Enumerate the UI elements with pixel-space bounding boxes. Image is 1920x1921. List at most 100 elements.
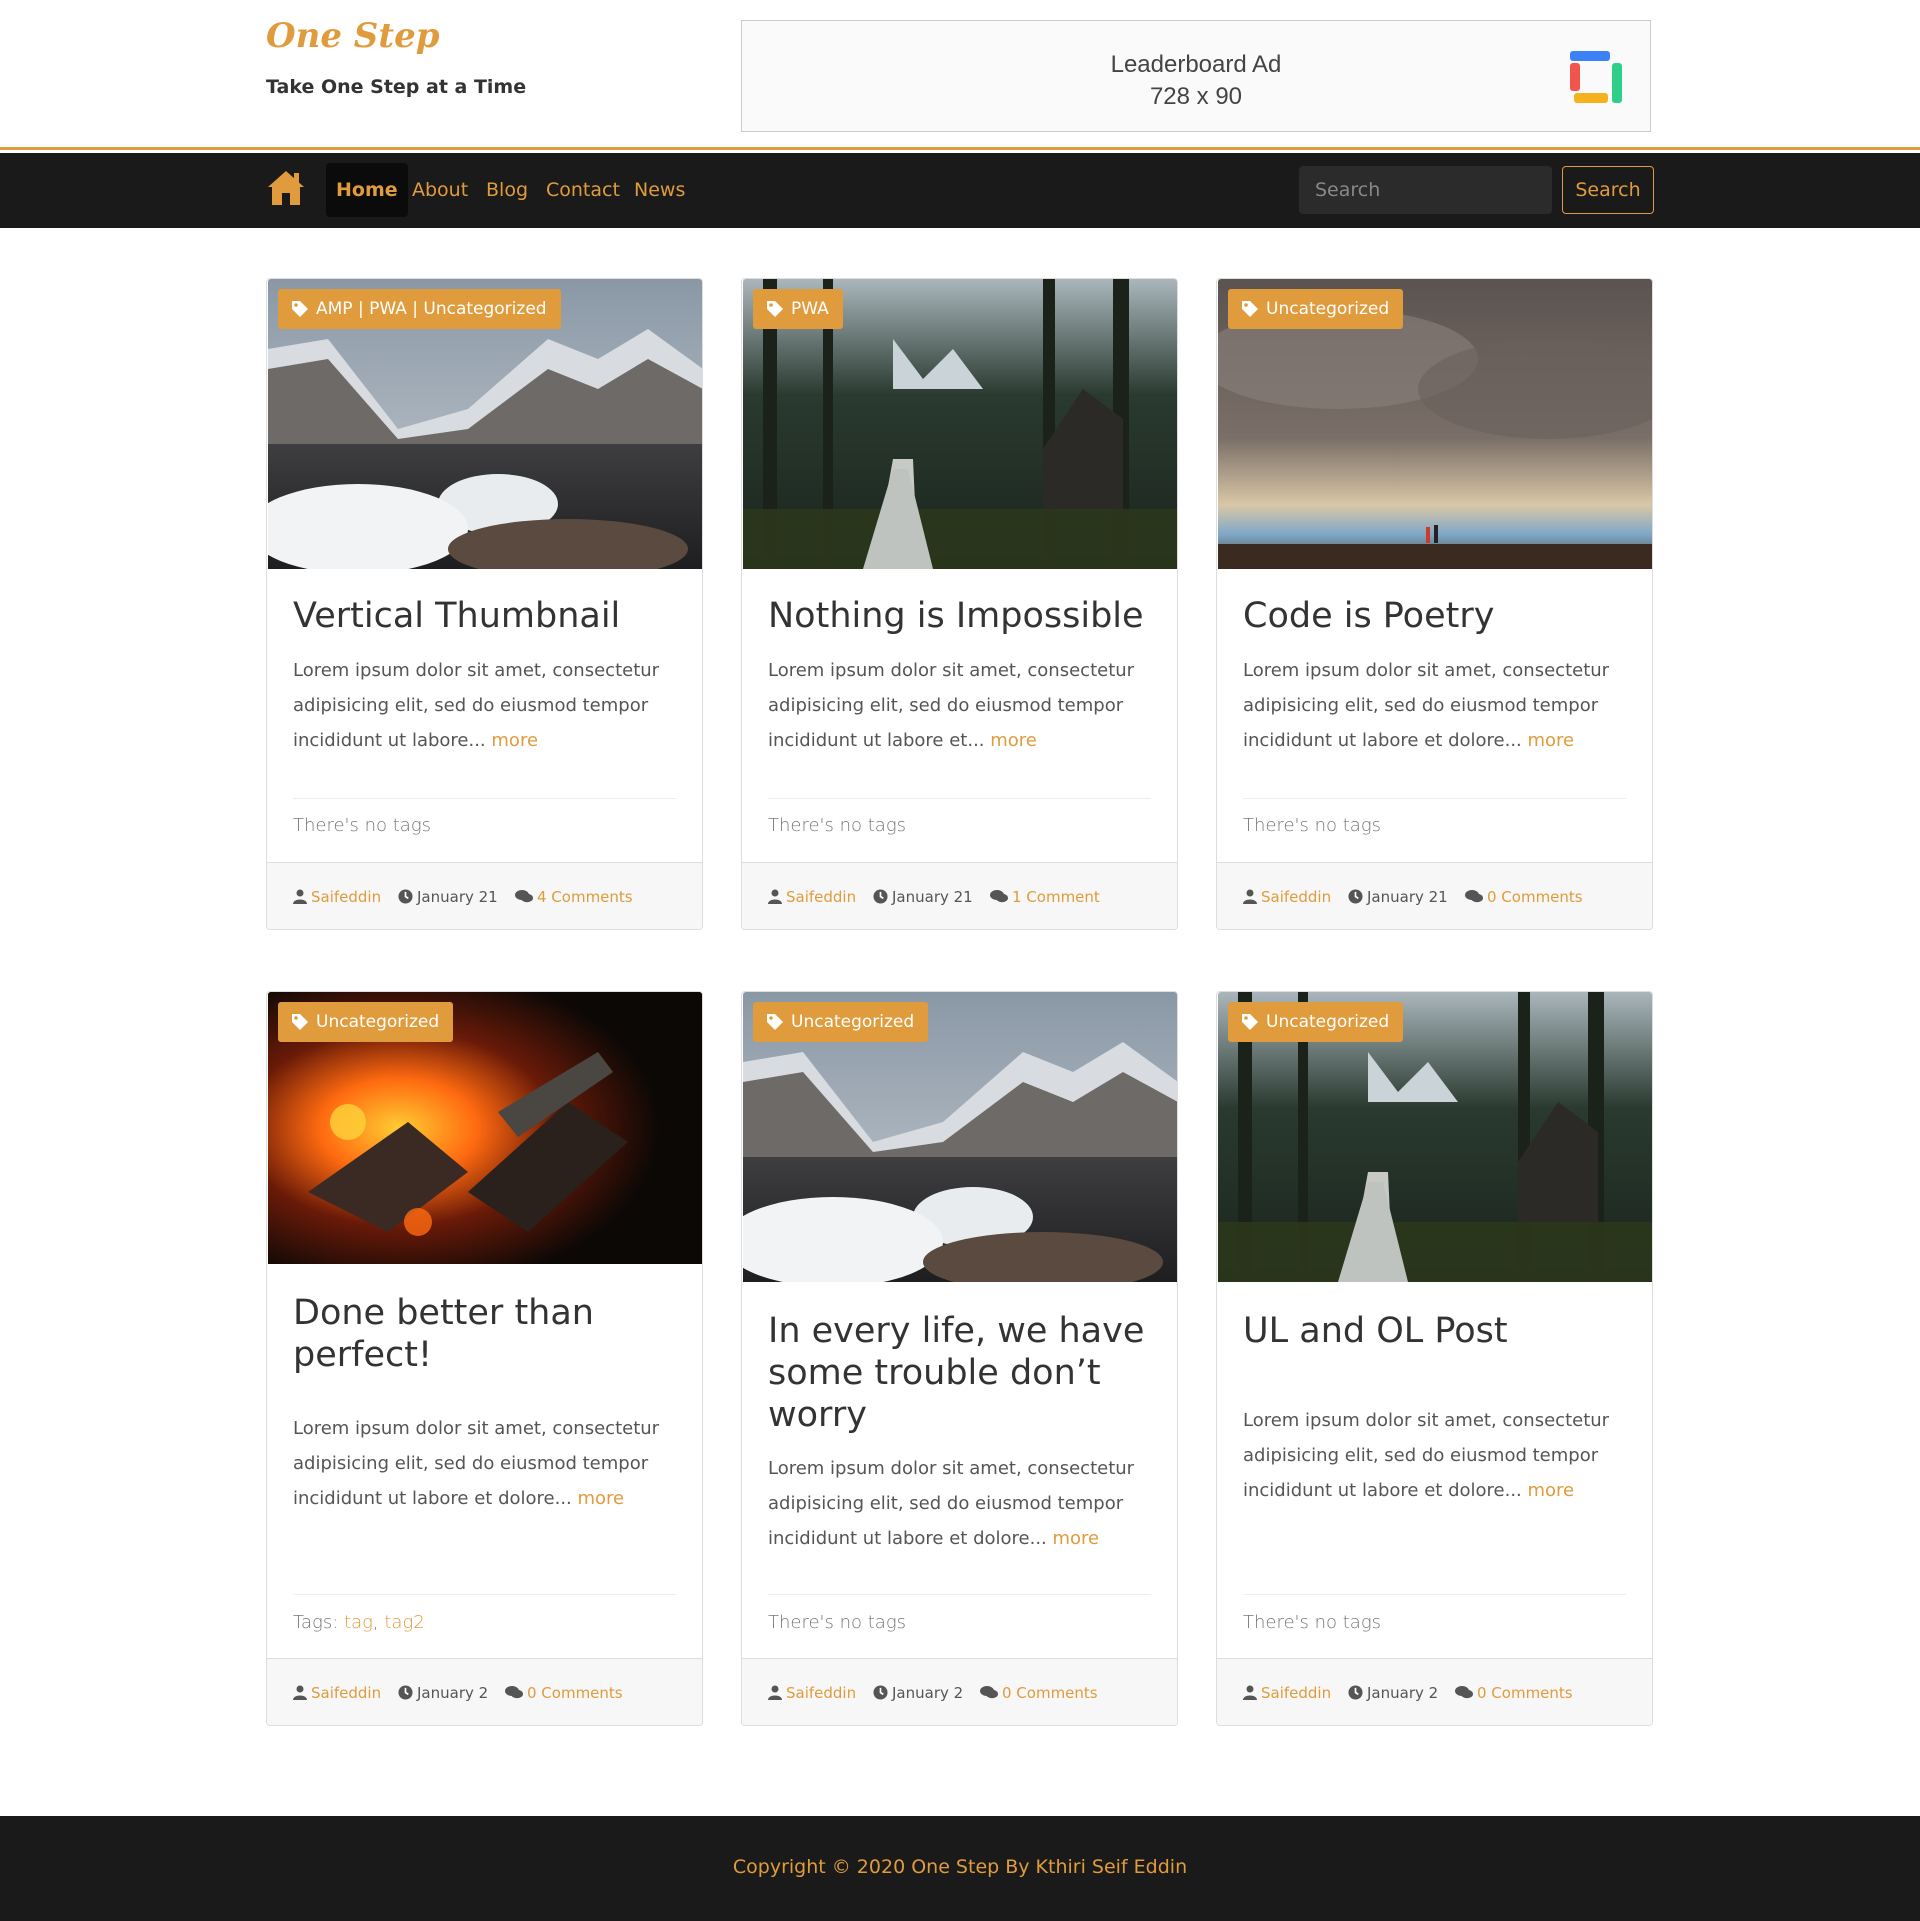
category-badge[interactable]: Uncategorized bbox=[1228, 1002, 1404, 1042]
user-icon bbox=[768, 889, 782, 904]
post-comments[interactable]: 0 Comments bbox=[1465, 863, 1583, 929]
read-more-link[interactable]: more bbox=[1053, 1528, 1100, 1549]
read-more-link[interactable]: more bbox=[491, 730, 538, 751]
nav-about[interactable]: About bbox=[412, 163, 468, 217]
copyright-text: Copyright © 2020 One Step By Kthiri Seif… bbox=[732, 1856, 1188, 1878]
nav-home[interactable]: Home bbox=[326, 163, 408, 217]
post-date: January 2 bbox=[873, 1659, 963, 1725]
user-icon bbox=[293, 889, 307, 904]
search-button[interactable]: Search bbox=[1562, 166, 1654, 214]
tags-label: Tags: bbox=[293, 1612, 345, 1633]
tag-icon bbox=[767, 301, 783, 317]
post-date: January 2 bbox=[398, 1659, 489, 1725]
post-title[interactable]: UL and OL Post bbox=[1243, 1310, 1632, 1352]
post-author[interactable]: Saifeddin bbox=[768, 863, 857, 929]
comments-icon bbox=[505, 1685, 523, 1698]
search-input[interactable] bbox=[1299, 166, 1552, 214]
tag-icon bbox=[1242, 1014, 1258, 1030]
post-comments[interactable]: 0 Comments bbox=[505, 1659, 623, 1725]
post-title[interactable]: Code is Poetry bbox=[1243, 595, 1632, 637]
read-more-link[interactable]: more bbox=[1528, 1480, 1575, 1501]
post-title[interactable]: Done better than perfect! bbox=[293, 1292, 682, 1376]
category-badge[interactable]: PWA bbox=[753, 289, 843, 329]
post-date: January 21 bbox=[873, 863, 973, 929]
post-card: Uncategorized Done better than perfect! … bbox=[266, 991, 703, 1726]
card-divider bbox=[1243, 798, 1626, 799]
post-tags: Tags: tag, tag2 bbox=[293, 1612, 425, 1633]
clock-icon bbox=[1348, 888, 1363, 904]
post-excerpt: Lorem ipsum dolor sit amet, consectetur … bbox=[768, 653, 1157, 758]
date-text: January 21 bbox=[1367, 888, 1448, 906]
post-excerpt: Lorem ipsum dolor sit amet, consectetur … bbox=[293, 1411, 682, 1516]
author-name: Saifeddin bbox=[311, 1684, 382, 1702]
post-excerpt: Lorem ipsum dolor sit amet, consectetur … bbox=[768, 1451, 1157, 1556]
leaderboard-ad[interactable]: Leaderboard Ad 728 x 90 bbox=[741, 20, 1651, 132]
post-comments[interactable]: 0 Comments bbox=[980, 1659, 1098, 1725]
post-date: January 2 bbox=[1348, 1659, 1439, 1725]
post-card: Uncategorized UL and OL Post Lorem ipsum… bbox=[1216, 991, 1653, 1726]
tag-icon bbox=[1242, 301, 1258, 317]
card-footer: Saifeddin January 2 0 Comments bbox=[267, 1658, 702, 1725]
post-title[interactable]: Nothing is Impossible bbox=[768, 595, 1157, 637]
author-name: Saifeddin bbox=[786, 1684, 857, 1702]
post-tags: There's no tags bbox=[1243, 1612, 1381, 1633]
post-title[interactable]: In every life, we have some trouble don’… bbox=[768, 1310, 1157, 1436]
no-tags-text: There's no tags bbox=[293, 815, 432, 836]
home-icon[interactable] bbox=[266, 169, 306, 207]
post-tags: There's no tags bbox=[768, 1612, 906, 1633]
post-author[interactable]: Saifeddin bbox=[1243, 1659, 1332, 1725]
post-comments[interactable]: 0 Comments bbox=[1455, 1659, 1573, 1725]
post-excerpt: Lorem ipsum dolor sit amet, consectetur … bbox=[1243, 653, 1632, 758]
user-icon bbox=[1243, 889, 1257, 904]
category-badge[interactable]: Uncategorized bbox=[1228, 289, 1404, 329]
post-comments[interactable]: 1 Comment bbox=[990, 863, 1100, 929]
card-footer: Saifeddin January 2 0 Comments bbox=[742, 1658, 1177, 1725]
post-author[interactable]: Saifeddin bbox=[293, 863, 382, 929]
no-tags-text: There's no tags bbox=[1243, 1612, 1382, 1633]
site-title[interactable]: One Step bbox=[266, 16, 439, 56]
comments-count: 4 Comments bbox=[537, 888, 633, 906]
read-more-link[interactable]: more bbox=[990, 730, 1037, 751]
tag-link[interactable]: tag bbox=[344, 1612, 373, 1633]
comments-icon bbox=[980, 1685, 998, 1698]
date-text: January 2 bbox=[1367, 1684, 1439, 1702]
nav-blog[interactable]: Blog bbox=[486, 163, 528, 217]
post-date: January 21 bbox=[398, 863, 498, 929]
post-comments[interactable]: 4 Comments bbox=[515, 863, 633, 929]
category-badge[interactable]: Uncategorized bbox=[278, 1002, 454, 1042]
main-navbar: Home About Blog Contact News Search bbox=[0, 153, 1920, 228]
user-icon bbox=[1243, 1685, 1257, 1700]
read-more-link[interactable]: more bbox=[578, 1488, 625, 1509]
post-author[interactable]: Saifeddin bbox=[1243, 863, 1331, 929]
comments-icon bbox=[515, 889, 533, 902]
author-name: Saifeddin bbox=[311, 888, 382, 906]
author-name: Saifeddin bbox=[1261, 1684, 1332, 1702]
date-text: January 2 bbox=[417, 1684, 489, 1702]
nav-news[interactable]: News bbox=[634, 163, 685, 217]
post-date: January 21 bbox=[1348, 863, 1448, 929]
post-author[interactable]: Saifeddin bbox=[293, 1659, 382, 1725]
post-title[interactable]: Vertical Thumbnail bbox=[293, 595, 682, 637]
clock-icon bbox=[398, 888, 413, 904]
category-badge[interactable]: Uncategorized bbox=[753, 1002, 929, 1042]
category-badge[interactable]: AMP | PWA | Uncategorized bbox=[278, 289, 561, 329]
category-label: Uncategorized bbox=[1266, 299, 1390, 319]
post-tags: There's no tags bbox=[768, 815, 906, 836]
tag-link[interactable]: tag2 bbox=[384, 1612, 424, 1633]
date-text: January 21 bbox=[417, 888, 498, 906]
excerpt-text: Lorem ipsum dolor sit amet, consectetur … bbox=[768, 660, 1135, 751]
post-excerpt: Lorem ipsum dolor sit amet, consectetur … bbox=[293, 653, 682, 758]
post-author[interactable]: Saifeddin bbox=[768, 1659, 857, 1725]
card-divider bbox=[293, 1594, 676, 1595]
tag-icon bbox=[292, 301, 308, 317]
card-divider bbox=[1243, 1594, 1626, 1595]
clock-icon bbox=[873, 888, 888, 904]
clock-icon bbox=[398, 1684, 413, 1700]
no-tags-text: There's no tags bbox=[768, 1612, 907, 1633]
no-tags-text: There's no tags bbox=[1243, 815, 1382, 836]
author-name: Saifeddin bbox=[786, 888, 857, 906]
card-footer: Saifeddin January 21 4 Comments bbox=[267, 862, 702, 929]
nav-contact[interactable]: Contact bbox=[546, 163, 620, 217]
no-tags-text: There's no tags bbox=[768, 815, 907, 836]
read-more-link[interactable]: more bbox=[1528, 730, 1575, 751]
